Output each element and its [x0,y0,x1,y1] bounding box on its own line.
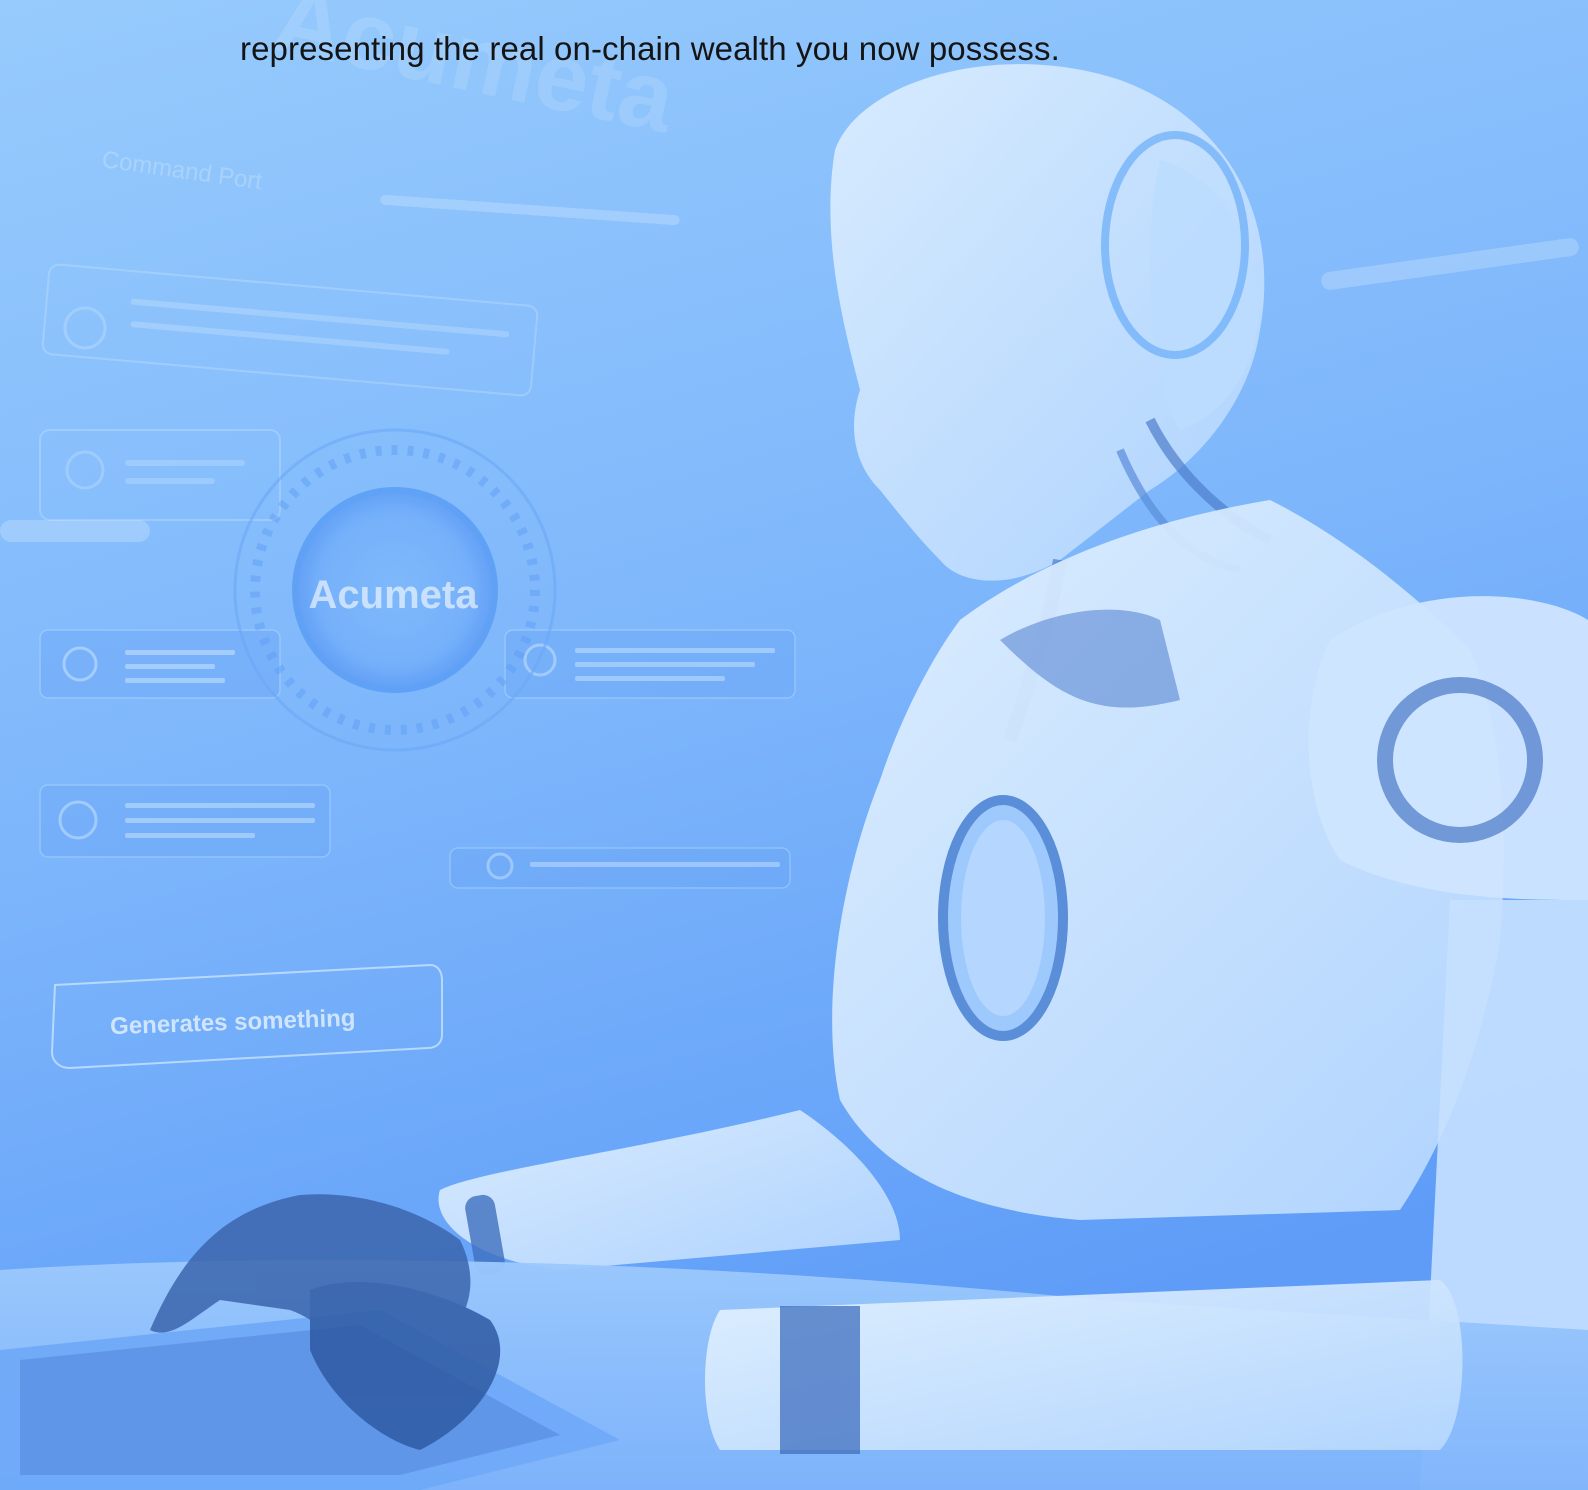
hub-label: Acumeta [309,573,479,617]
info-card-6 [449,847,791,889]
document-text-line: representing the real on-chain wealth yo… [240,30,1060,67]
robot-illustration: Acumeta Command Port Acumeta Generates s… [0,0,1588,1490]
robot-right-arm [705,1280,1463,1454]
info-card-4 [504,629,796,699]
info-card-5 [39,784,331,858]
page: Acumeta Command Port Acumeta Generates s… [0,0,1588,1490]
